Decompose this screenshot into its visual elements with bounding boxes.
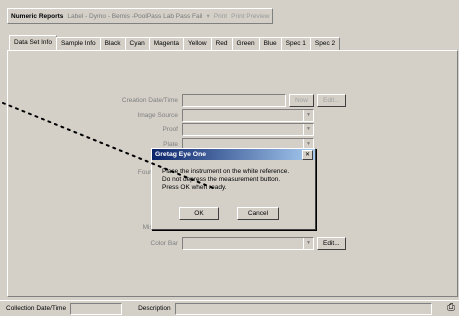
cancel-button[interactable]: Cancel [237,207,279,220]
tab-data-set-info[interactable]: Data Set Info [9,35,57,50]
print-button[interactable]: Print [214,13,227,20]
printer-icon[interactable]: ⎙ [445,302,457,314]
tab-magenta[interactable]: Magenta [148,37,185,50]
chevron-down-icon[interactable]: ▾ [206,12,209,20]
tab-cyan[interactable]: Cyan [124,37,150,50]
colorbar-edit-button[interactable]: Edit... [317,237,346,250]
pointer-trail [2,102,214,189]
collection-label: Collection Date/Time [6,305,67,312]
dropdown-arrow-icon[interactable]: ▼ [303,110,313,121]
collection-field [70,302,123,315]
tab-spec-2[interactable]: Spec 2 [309,37,341,50]
background-strip [459,0,466,315]
tab-green[interactable]: Green [231,37,260,50]
status-bar: Collection Date/Time Description ⎙ [0,300,459,316]
close-icon[interactable]: ✕ [302,150,313,160]
now-button[interactable]: Now [289,94,315,107]
toolbar: Numeric Reports Label - Dymo - Bemis -Po… [0,0,459,30]
description-label: Description [138,305,171,312]
tab-black[interactable]: Black [99,37,126,50]
numeric-reports-select[interactable]: Label - Dymo - Bemis -PoolPass Lab Pass … [67,13,202,20]
edit-button[interactable]: Edit... [317,94,346,107]
tab-sample-info[interactable]: Sample Info [55,37,101,50]
numeric-reports-label: Numeric Reports [11,12,64,20]
tab-yellow[interactable]: Yellow [183,37,212,50]
dropdown-arrow-icon[interactable]: ▼ [303,238,313,249]
print-preview-button[interactable]: Print Preview [231,13,269,20]
tab-strip: Data Set Info Sample Info Black Cyan Mag… [9,35,341,50]
tab-blue[interactable]: Blue [258,37,282,50]
description-field [174,302,432,315]
app-window: Numeric Reports Label - Dymo - Bemis -Po… [0,0,459,316]
numeric-reports-bar: Numeric Reports Label - Dymo - Bemis -Po… [7,8,274,24]
tab-spec-1[interactable]: Spec 1 [280,37,311,50]
tab-red[interactable]: Red [210,37,233,50]
dropdown-arrow-icon[interactable]: ▼ [303,124,313,135]
